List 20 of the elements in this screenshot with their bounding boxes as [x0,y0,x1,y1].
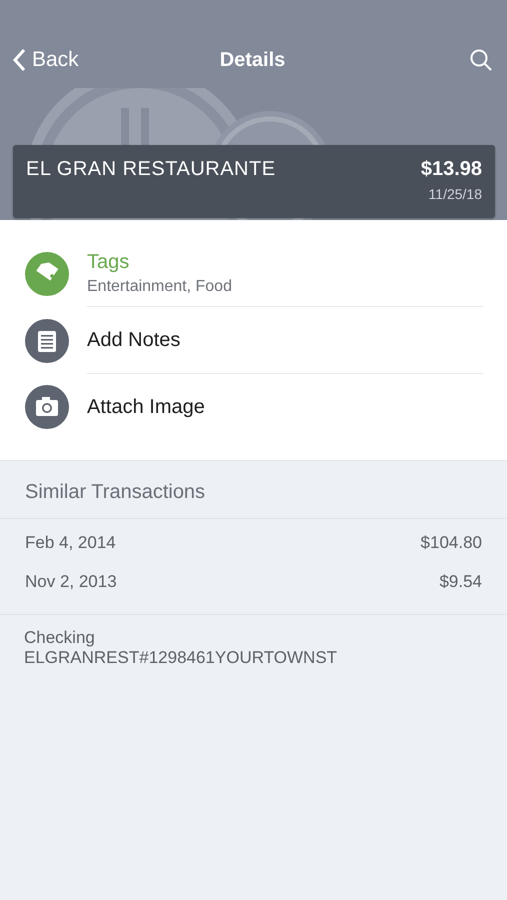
account-description: ELGRANREST#1298461YOURTOWNST [24,648,338,668]
transaction-date: Nov 2, 2013 [25,572,117,592]
section-title: Similar Transactions [0,461,507,519]
tags-list: Entertainment, Food [87,278,483,296]
screen-title: Details [220,48,286,72]
transaction-amount: $13.98 [420,158,482,181]
transaction-date: 11/25/18 [428,186,482,202]
action-label[interactable]: Add Notes [87,328,483,352]
transaction-amount: $104.80 [420,533,482,553]
account-name: Checking [24,628,96,648]
transaction-date: Feb 4, 2014 [25,533,116,553]
back-button[interactable]: Back [12,48,79,72]
tag-icon [25,252,69,296]
camera-icon [25,385,69,429]
merchant-name: EL GRAN RESTAURANTE [26,158,276,182]
chevron-left-icon [12,48,26,72]
action-label[interactable]: Attach Image [87,396,483,418]
notes-icon [25,318,69,362]
transaction-amount: $9.54 [439,572,482,592]
search-icon[interactable] [469,48,493,72]
